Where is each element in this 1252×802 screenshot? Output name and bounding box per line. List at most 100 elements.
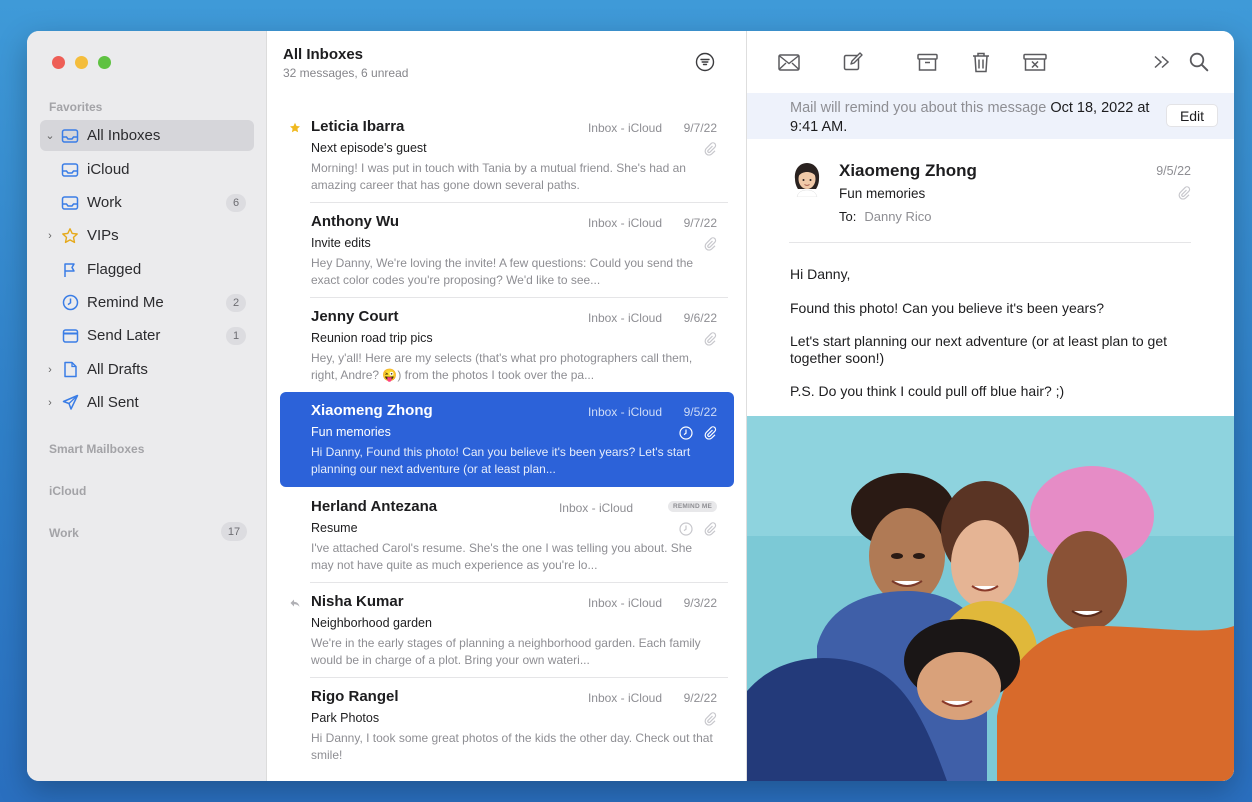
minimize-window-button[interactable]: [75, 56, 88, 69]
chevron-right-icon[interactable]: ›: [43, 364, 57, 376]
reader-subject: Fun memories: [839, 186, 926, 201]
sidebar-item-label: Flagged: [87, 261, 142, 278]
message-mailbox: Inbox - iCloud: [558, 501, 633, 515]
message-preview: Hi Danny, I took some great photos of th…: [311, 731, 713, 762]
message-row[interactable]: Herland Antezana Inbox - iCloud REMIND M…: [280, 488, 734, 583]
message-subject: Resume: [311, 521, 358, 535]
document-icon: [60, 361, 80, 379]
star-icon: [289, 121, 301, 133]
remind-banner: Mail will remind you about this message …: [747, 93, 1234, 139]
avatar: [789, 157, 825, 198]
message-sender: Anthony Wu: [311, 213, 400, 230]
chevron-right-icon[interactable]: ›: [43, 397, 57, 409]
sidebar-item-label: Send Later: [87, 327, 161, 344]
message-row[interactable]: Nisha Kumar Inbox - iCloud 9/3/22 Neighb…: [280, 583, 734, 678]
sidebar-item-icloud[interactable]: iCloud: [40, 154, 254, 185]
message-preview: I've attached Carol's resume. She's the …: [311, 541, 693, 572]
message-preview: Hi Danny, Found this photo! Can you beli…: [311, 445, 691, 476]
message-row-selected[interactable]: Xiaomeng Zhong Inbox - iCloud 9/5/22 Fun…: [280, 392, 734, 487]
paperclip-icon: [703, 426, 717, 440]
message-preview: Hey, y'all! Here are my selects (that's …: [311, 351, 693, 382]
message-date: 9/2/22: [683, 691, 717, 705]
junk-icon[interactable]: [1023, 51, 1047, 73]
message-body-postscript: P.S. Do you think I could pull off blue …: [790, 383, 1065, 399]
message-body-paragraph: Found this photo! Can you believe it's b…: [790, 300, 1104, 316]
message-list: All Inboxes 32 messages, 6 unread Letici…: [267, 31, 747, 781]
star-icon: [60, 227, 80, 245]
sidebar-item-label: VIPs: [87, 227, 119, 244]
inbox-icon: [60, 127, 80, 145]
flag-icon: [60, 261, 80, 279]
search-icon[interactable]: [1187, 51, 1211, 73]
message-preview: We're in the early stages of planning a …: [311, 636, 701, 667]
sidebar-item-work[interactable]: Work 6: [40, 187, 254, 218]
edit-reminder-button[interactable]: Edit: [1166, 104, 1218, 127]
attached-photo[interactable]: [747, 416, 1234, 781]
message-subject: Next episode's guest: [311, 141, 427, 155]
message-date: 9/7/22: [683, 216, 717, 230]
remind-me-tag: REMIND ME: [668, 501, 717, 512]
work-section[interactable]: Work: [49, 526, 79, 540]
mailbox-title: All Inboxes: [283, 46, 364, 63]
close-window-button[interactable]: [52, 56, 65, 69]
message-date: 9/7/22: [683, 121, 717, 135]
filter-icon[interactable]: [695, 52, 715, 72]
envelope-icon[interactable]: [777, 51, 801, 73]
sidebar-item-all-drafts[interactable]: › All Drafts: [40, 354, 254, 385]
message-sender: Rigo Rangel: [311, 688, 399, 705]
reader-recipients: To: Danny Rico: [839, 209, 932, 224]
recipient-name[interactable]: Danny Rico: [864, 209, 931, 224]
message-mailbox: Inbox - iCloud: [587, 311, 662, 325]
more-icon[interactable]: [1150, 51, 1174, 73]
smart-mailboxes-section[interactable]: Smart Mailboxes: [49, 442, 144, 456]
sidebar-item-all-sent[interactable]: › All Sent: [40, 387, 254, 418]
message-subject: Invite edits: [311, 236, 371, 250]
sidebar-item-send-later[interactable]: Send Later 1: [40, 320, 254, 351]
clock-icon: [679, 522, 693, 536]
reader-date: 9/5/22: [1156, 164, 1191, 178]
message-subject: Reunion road trip pics: [311, 331, 433, 345]
message-row[interactable]: Rigo Rangel Inbox - iCloud 9/2/22 Park P…: [280, 678, 734, 773]
chevron-right-icon[interactable]: ›: [43, 230, 57, 242]
clock-icon: [60, 294, 80, 312]
sidebar-item-label: Remind Me: [87, 294, 164, 311]
sidebar-item-label: All Inboxes: [87, 127, 161, 144]
trash-icon[interactable]: [969, 51, 993, 73]
favorites-section-label: Favorites: [49, 100, 103, 114]
message-row[interactable]: Jenny Court Inbox - iCloud 9/6/22 Reunio…: [280, 298, 734, 393]
paperclip-icon: [1177, 186, 1191, 200]
sidebar-item-label: iCloud: [87, 161, 130, 178]
mail-window: Favorites ⌄ All Inboxes iCloud Work 6 ›: [27, 31, 1234, 781]
sidebar-item-label: All Drafts: [87, 361, 148, 378]
message-subject: Park Photos: [311, 711, 380, 725]
icloud-section[interactable]: iCloud: [49, 484, 86, 498]
paperclip-icon: [703, 522, 717, 536]
message-row[interactable]: Anthony Wu Inbox - iCloud 9/7/22 Invite …: [280, 203, 734, 298]
chevron-down-icon[interactable]: ⌄: [43, 129, 57, 142]
message-row[interactable]: Leticia Ibarra Inbox - iCloud 9/7/22 Nex…: [280, 108, 734, 203]
sidebar-item-all-inboxes[interactable]: ⌄ All Inboxes: [40, 120, 254, 151]
sidebar-item-remind-me[interactable]: Remind Me 2: [40, 287, 254, 318]
archive-icon[interactable]: [915, 51, 939, 73]
sidebar-item-vips[interactable]: › VIPs: [40, 220, 254, 251]
message-subject: Fun memories: [311, 425, 391, 439]
message-date: 9/6/22: [683, 311, 717, 325]
unread-count-badge: 2: [226, 293, 246, 312]
compose-icon[interactable]: [841, 51, 865, 73]
message-body-greeting: Hi Danny,: [790, 266, 851, 282]
paperclip-icon: [703, 142, 717, 156]
remind-banner-text: Mail will remind you about this message …: [790, 100, 1150, 135]
message-date: 9/5/22: [683, 405, 717, 419]
inbox-icon: [60, 194, 80, 212]
sidebar-item-flagged[interactable]: Flagged: [40, 254, 254, 285]
unread-count-badge: 6: [226, 193, 246, 212]
sidebar-item-label: Work: [87, 194, 122, 211]
sidebar-item-label: All Sent: [87, 394, 139, 411]
message-sender: Xiaomeng Zhong: [311, 402, 433, 419]
work-count-badge: 17: [221, 522, 247, 541]
zoom-window-button[interactable]: [98, 56, 111, 69]
message-body-paragraph: Let's start planning our next adventure …: [790, 333, 1168, 366]
paperclip-icon: [703, 712, 717, 726]
reader-sender: Xiaomeng Zhong: [839, 161, 977, 180]
message-sender: Leticia Ibarra: [311, 118, 405, 135]
